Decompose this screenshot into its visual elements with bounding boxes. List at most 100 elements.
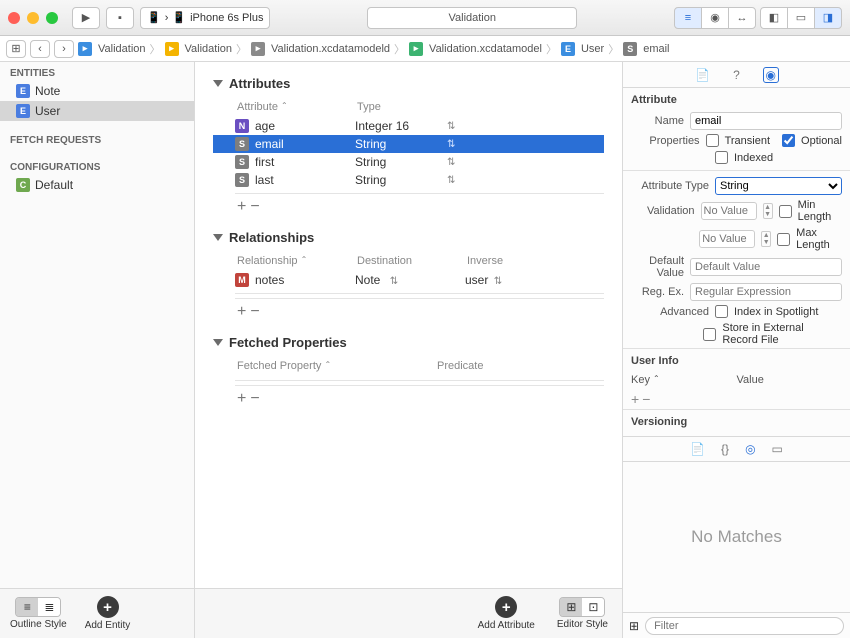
transient-checkbox[interactable] bbox=[706, 134, 719, 147]
external-record-checkbox[interactable] bbox=[703, 328, 716, 341]
value-column[interactable]: Value bbox=[737, 374, 843, 386]
window-toolbar: ▶ ▪ 📱 › 📱 iPhone 6s Plus Validation ≡ ◉ … bbox=[0, 0, 850, 36]
crumb-modeld[interactable]: Validation.xcdatamodeld bbox=[271, 43, 390, 55]
zoom-window-button[interactable] bbox=[46, 12, 58, 24]
attributes-section-header[interactable]: Attributes bbox=[213, 76, 604, 91]
remove-fetched-button[interactable]: − bbox=[250, 390, 263, 407]
add-attribute-label: Add Attribute bbox=[478, 620, 535, 631]
relationships-section-header[interactable]: Relationships bbox=[213, 230, 604, 245]
remove-attribute-button[interactable]: − bbox=[250, 198, 263, 215]
entity-note[interactable]: ENote bbox=[0, 81, 194, 101]
scheme-device-label: iPhone 6s Plus bbox=[190, 12, 263, 24]
col-type[interactable]: Type bbox=[357, 101, 467, 113]
attribute-row-last[interactable]: SlastString⇅ bbox=[213, 171, 604, 189]
attribute-row-email[interactable]: SemailString⇅ bbox=[213, 135, 604, 153]
col-relationship[interactable]: Relationship bbox=[237, 255, 298, 267]
stepper-icon[interactable]: ⇅ bbox=[390, 276, 398, 287]
editor-standard-button[interactable]: ≡ bbox=[674, 7, 702, 29]
attribute-row-age[interactable]: NageInteger 16⇅ bbox=[213, 117, 604, 135]
col-destination[interactable]: Destination bbox=[357, 255, 467, 267]
stepper-icon[interactable]: ⇅ bbox=[447, 157, 455, 168]
add-attribute-button[interactable]: + bbox=[237, 198, 250, 215]
outline-style-control[interactable]: ≡≣ Outline Style bbox=[10, 597, 67, 630]
add-entity-button[interactable]: + Add Entity bbox=[85, 596, 131, 631]
remove-userinfo-button[interactable]: − bbox=[642, 391, 653, 407]
type-chip-icon: S bbox=[235, 137, 249, 151]
plus-icon: + bbox=[97, 596, 119, 618]
editor-assistant-button[interactable]: ◉ bbox=[701, 7, 729, 29]
col-inverse[interactable]: Inverse bbox=[467, 255, 547, 267]
entity-user[interactable]: EUser bbox=[0, 101, 194, 121]
library-filter-field[interactable] bbox=[645, 617, 844, 635]
col-predicate[interactable]: Predicate bbox=[437, 360, 547, 372]
stepper-icon[interactable]: ▲▼ bbox=[763, 203, 773, 219]
data-model-inspector-tab[interactable]: ◉ bbox=[763, 67, 779, 83]
remove-relationship-button[interactable]: − bbox=[250, 303, 263, 320]
validation-label: Validation bbox=[631, 205, 695, 217]
model-icon: ▸ bbox=[251, 42, 265, 56]
attribute-type-select[interactable]: String bbox=[715, 177, 842, 195]
crumb-entity[interactable]: User bbox=[581, 43, 604, 55]
related-items-button[interactable]: ⊞ bbox=[6, 40, 26, 58]
col-attribute[interactable]: Attribute bbox=[237, 101, 278, 113]
run-button[interactable]: ▶ bbox=[72, 7, 100, 29]
fetch-requests-header: FETCH REQUESTS bbox=[0, 129, 194, 148]
file-inspector-tab[interactable]: 📄 bbox=[695, 68, 711, 82]
type-chip-icon: N bbox=[235, 119, 249, 133]
scheme-selector[interactable]: 📱 › 📱 iPhone 6s Plus bbox=[140, 7, 270, 29]
editor-version-button[interactable]: ↔ bbox=[728, 7, 756, 29]
file-templates-tab[interactable]: 📄 bbox=[690, 442, 705, 456]
crumb-folder[interactable]: Validation bbox=[185, 43, 233, 55]
toggle-utilities-button[interactable]: ◨ bbox=[814, 7, 842, 29]
type-chip-icon: S bbox=[235, 173, 249, 187]
model-navigator: ENTITIES ENote EUser FETCH REQUESTS CONF… bbox=[0, 62, 195, 638]
fetched-section-header[interactable]: Fetched Properties bbox=[213, 335, 604, 350]
optional-checkbox[interactable] bbox=[782, 134, 795, 147]
indexed-checkbox[interactable] bbox=[715, 151, 728, 164]
editor-style-control[interactable]: ⊞⊡ Editor Style bbox=[557, 597, 608, 630]
back-button[interactable]: ‹ bbox=[30, 40, 50, 58]
stepper-icon[interactable]: ⇅ bbox=[447, 121, 455, 132]
model-version-icon: ▸ bbox=[409, 42, 423, 56]
crumb-model[interactable]: Validation.xcdatamodel bbox=[429, 43, 542, 55]
minimize-window-button[interactable] bbox=[27, 12, 39, 24]
max-length-checkbox[interactable] bbox=[777, 233, 790, 246]
toggle-navigator-button[interactable]: ◧ bbox=[760, 7, 788, 29]
code-snippets-tab[interactable]: {} bbox=[721, 442, 729, 456]
relationship-row-notes[interactable]: MnotesNote ⇅user ⇅ bbox=[213, 271, 604, 289]
attribute-icon: S bbox=[623, 42, 637, 56]
stepper-icon[interactable]: ▲▼ bbox=[761, 231, 771, 247]
col-fetched-property[interactable]: Fetched Property bbox=[237, 360, 321, 372]
stop-button[interactable]: ▪ bbox=[106, 7, 134, 29]
help-inspector-tab[interactable]: ? bbox=[729, 68, 745, 82]
add-entity-label: Add Entity bbox=[85, 620, 131, 631]
media-library-tab[interactable]: ▭ bbox=[772, 442, 783, 456]
activity-title: Validation bbox=[367, 7, 577, 29]
key-column[interactable]: Key bbox=[631, 374, 650, 386]
close-window-button[interactable] bbox=[8, 12, 20, 24]
model-editor: Attributes Attribute ⌃Type NageInteger 1… bbox=[195, 62, 622, 638]
regex-field[interactable] bbox=[690, 283, 842, 301]
add-attribute-button-bottom[interactable]: + Add Attribute bbox=[478, 596, 535, 631]
add-relationship-button[interactable]: + bbox=[237, 303, 250, 320]
advanced-label: Advanced bbox=[631, 306, 709, 318]
add-fetched-button[interactable]: + bbox=[237, 390, 250, 407]
grid-view-button[interactable]: ⊞ bbox=[629, 619, 639, 633]
min-length-field[interactable] bbox=[701, 202, 757, 220]
toggle-debug-button[interactable]: ▭ bbox=[787, 7, 815, 29]
forward-button[interactable]: › bbox=[54, 40, 74, 58]
name-field[interactable] bbox=[690, 112, 842, 130]
config-default[interactable]: CDefault bbox=[0, 175, 194, 195]
default-value-field[interactable] bbox=[690, 258, 842, 276]
min-length-checkbox[interactable] bbox=[779, 205, 792, 218]
attribute-row-first[interactable]: SfirstString⇅ bbox=[213, 153, 604, 171]
stepper-icon[interactable]: ⇅ bbox=[447, 139, 455, 150]
crumb-project[interactable]: Validation bbox=[98, 43, 146, 55]
crumb-attribute[interactable]: email bbox=[643, 43, 669, 55]
stepper-icon[interactable]: ⇅ bbox=[447, 175, 455, 186]
max-length-field[interactable] bbox=[699, 230, 755, 248]
stepper-icon[interactable]: ⇅ bbox=[494, 276, 502, 287]
spotlight-checkbox[interactable] bbox=[715, 305, 728, 318]
add-userinfo-button[interactable]: + bbox=[631, 391, 642, 407]
object-library-tab[interactable]: ◎ bbox=[745, 442, 755, 456]
